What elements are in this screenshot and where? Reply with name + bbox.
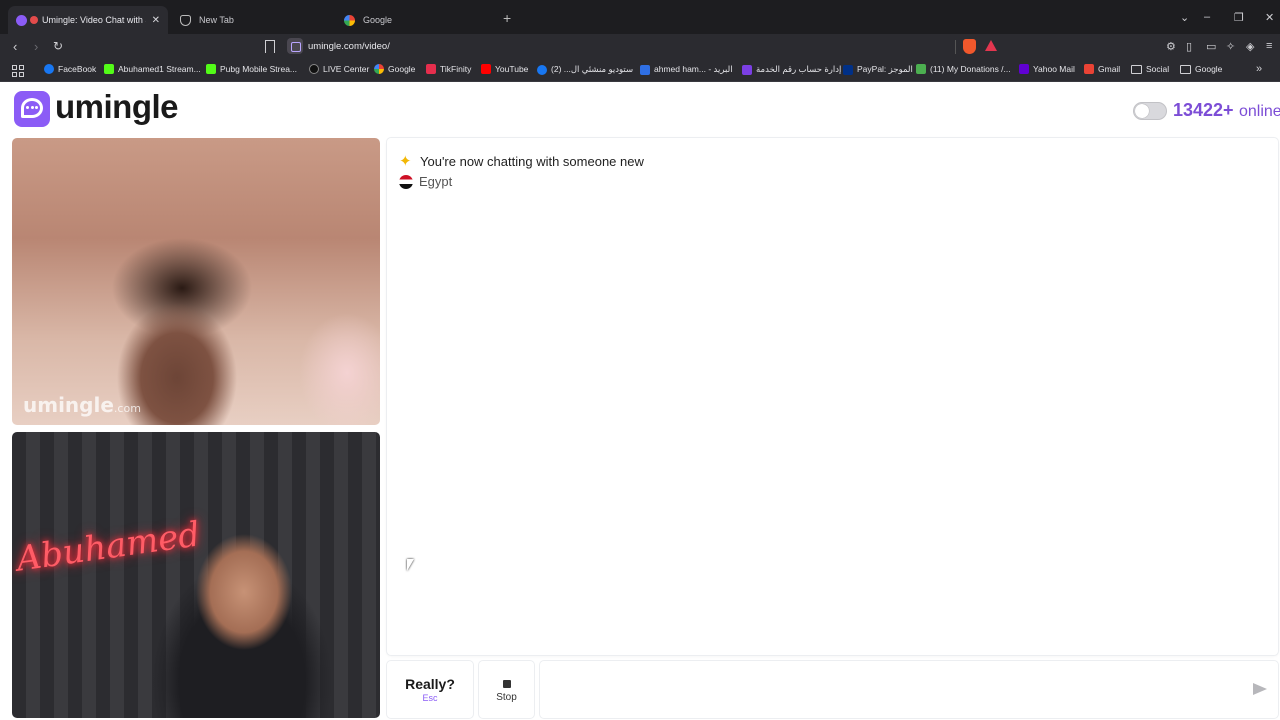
bookmark-donations[interactable]: (11) My Donations /... (916, 64, 1011, 74)
mail-icon (640, 64, 650, 75)
kick-icon (104, 64, 114, 74)
youtube-icon (481, 64, 491, 74)
really-button[interactable]: Really? Esc (387, 661, 473, 718)
tiktok-icon (309, 64, 319, 74)
wallet-icon[interactable]: ▭ (1206, 40, 1216, 53)
facebook-icon (44, 64, 54, 74)
tab-new-tab[interactable]: New Tab (172, 6, 332, 34)
bookmark-youtube[interactable]: YouTube (481, 64, 528, 74)
bookmark-service-account[interactable]: إدارة حساب رقم الخدمة (742, 64, 841, 75)
address-bar[interactable]: umingle.com/video/ (308, 41, 390, 52)
stop-button[interactable]: Stop (479, 661, 534, 718)
message-input[interactable] (540, 661, 1278, 718)
donations-icon (916, 64, 926, 74)
tab-google[interactable]: Google (336, 6, 496, 34)
toggle-knob (1135, 104, 1149, 118)
restore-button[interactable]: ❐ (1234, 11, 1244, 24)
close-tab-icon[interactable]: ✕ (152, 15, 160, 26)
sidebar-icon[interactable]: ▯ (1186, 40, 1192, 53)
browser-toolbar: ‹ › ↻ umingle.com/video/ ⚙ ▯ ▭ ✧ ◈ ≡ (0, 34, 1280, 60)
bookmark-page-icon[interactable] (265, 40, 275, 53)
stop-icon (502, 680, 511, 688)
brave-rewards-icon[interactable] (985, 40, 997, 51)
address-separator (955, 40, 956, 54)
tikfinity-icon (426, 64, 436, 74)
close-window-button[interactable]: ✕ (1265, 11, 1274, 24)
umingle-logo-icon[interactable] (14, 91, 50, 127)
egypt-flag-icon (399, 174, 413, 189)
site-logo-text[interactable]: umingle (55, 88, 179, 126)
umingle-page: umingle 13422+ online umingle.com Abuham… (0, 83, 1280, 720)
back-icon[interactable]: ‹ (13, 39, 17, 54)
forward-icon[interactable]: › (34, 39, 38, 54)
online-label: online (1239, 103, 1280, 120)
google-icon (374, 64, 384, 74)
brave-tab-icon (180, 14, 191, 26)
tab-umingle[interactable]: Umingle: Video Chat with Str ✕ (8, 6, 168, 34)
folder-icon (1131, 64, 1142, 74)
vpn-icon[interactable]: ◈ (1246, 40, 1254, 53)
esc-shortcut-hint: Esc (422, 693, 438, 703)
bookmark-tikfinity[interactable]: TikFinity (426, 64, 471, 74)
reload-icon[interactable]: ↻ (53, 39, 63, 53)
umingle-watermark: umingle.com (23, 393, 141, 417)
neon-sign-graphic: Abuhamed (14, 514, 203, 580)
new-tab-button[interactable]: + (503, 10, 511, 26)
theme-toggle[interactable] (1133, 102, 1167, 120)
minimize-button[interactable]: – (1204, 11, 1210, 23)
menu-icon[interactable]: ≡ (1266, 40, 1272, 52)
send-icon[interactable] (1253, 683, 1267, 695)
kick-icon (206, 64, 216, 74)
bookmark-yahoo-mail[interactable]: Yahoo Mail (1019, 64, 1075, 74)
umingle-tab-icon (16, 14, 27, 26)
chat-log: You're now chatting with someone new Egy… (387, 138, 1278, 655)
online-count: 13422+ (1173, 100, 1234, 120)
service-icon (742, 64, 752, 75)
bookmark-folder-social[interactable]: Social (1131, 64, 1169, 74)
tab-label: New Tab (199, 15, 234, 25)
bookmarks-bar: FaceBook Abuhamed1 Stream... Pubg Mobile… (0, 60, 1280, 82)
gmail-icon (1084, 64, 1094, 74)
self-video: Abuhamed (12, 432, 380, 718)
system-message: You're now chatting with someone new (399, 152, 644, 170)
bookmark-live-center[interactable]: LIVE Center (309, 64, 369, 74)
recording-icon (30, 16, 38, 24)
bookmark-gmail[interactable]: Gmail (1084, 64, 1120, 74)
browser-tab-strip: Umingle: Video Chat with Str ✕ New Tab G… (0, 0, 1280, 36)
bookmark-google[interactable]: Google (374, 64, 415, 74)
yahoo-icon (1019, 64, 1029, 74)
more-bookmarks-icon[interactable]: » (1256, 63, 1262, 75)
bookmark-mail[interactable]: ahmed ham... - البريد (640, 64, 733, 75)
bookmark-facebook[interactable]: FaceBook (44, 64, 96, 74)
folder-icon (1180, 64, 1191, 74)
tab-search-dropdown-icon[interactable]: ⌄ (1180, 11, 1189, 24)
bookmark-creator-studio[interactable]: ستوديو منشئي ال... (2) (537, 64, 633, 75)
extensions-icon[interactable]: ⚙ (1166, 40, 1176, 53)
apps-grid-icon[interactable] (12, 65, 24, 77)
stranger-country: Egypt (399, 174, 452, 189)
google-tab-icon (344, 14, 355, 26)
site-info-icon[interactable] (287, 38, 303, 54)
sparkle-icon (399, 152, 413, 170)
facebook-icon (537, 64, 547, 75)
mouse-cursor-icon (407, 559, 414, 571)
bookmark-paypal[interactable]: PayPal: الموجز (843, 64, 913, 75)
bookmark-folder-google[interactable]: Google (1180, 64, 1222, 74)
paypal-icon (843, 64, 853, 75)
leo-ai-icon[interactable]: ✧ (1226, 40, 1235, 53)
brave-shield-icon[interactable] (963, 39, 976, 54)
tab-label: Google (363, 15, 393, 25)
bookmark-abuhamed-stream[interactable]: Abuhamed1 Stream... (104, 64, 201, 74)
tab-label: Umingle: Video Chat with Str (42, 15, 146, 25)
stranger-video: umingle.com (12, 138, 380, 425)
bookmark-pubg-stream[interactable]: Pubg Mobile Strea... (206, 64, 297, 74)
